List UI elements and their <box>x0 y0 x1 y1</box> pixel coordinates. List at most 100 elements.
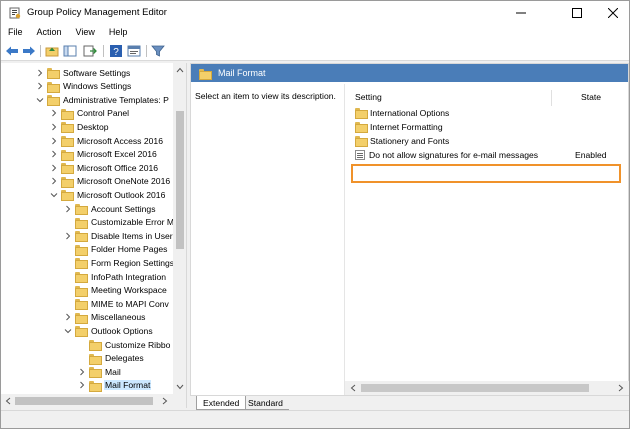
tree-item[interactable]: Desktop <box>49 120 110 134</box>
scroll-right-arrow[interactable] <box>615 382 627 394</box>
minimize-button[interactable] <box>501 1 541 25</box>
tree-item[interactable]: Disable Items in User <box>63 229 174 243</box>
chevron-right-icon[interactable] <box>35 68 44 77</box>
chevron-right-icon[interactable] <box>49 150 58 159</box>
maximize-icon <box>572 8 582 18</box>
chevron-down-icon[interactable] <box>49 190 58 199</box>
tree-item[interactable]: Software Settings <box>35 66 131 79</box>
tree-item[interactable]: Windows Settings <box>35 80 132 93</box>
tree-item[interactable]: Microsoft Excel 2016 <box>49 148 158 161</box>
list-item[interactable]: Internet Formatting <box>355 120 443 133</box>
scroll-down-arrow[interactable] <box>174 381 186 393</box>
column-header-state[interactable]: State <box>581 88 629 106</box>
tab-standard[interactable]: Standard <box>242 396 289 410</box>
folder-icon <box>75 231 88 243</box>
folder-icon <box>75 204 88 215</box>
tree-horizontal-scroll-thumb[interactable] <box>15 397 153 405</box>
content-header-title: Mail Format <box>218 68 266 78</box>
menu-help[interactable]: Help <box>102 25 135 41</box>
tree-item[interactable]: Control Panel <box>49 107 130 120</box>
minimize-icon <box>516 12 526 14</box>
list-horizontal-scrollbar[interactable] <box>345 381 629 395</box>
chevron-right-icon[interactable] <box>63 231 72 240</box>
folder-icon <box>75 299 88 311</box>
chevron-right-icon[interactable] <box>63 204 72 213</box>
scroll-left-arrow[interactable] <box>347 382 359 394</box>
chevron-right-icon[interactable] <box>49 122 58 131</box>
tree-item[interactable]: Mail Format <box>77 379 152 392</box>
menu-action[interactable]: Action <box>30 25 69 41</box>
folder-icon <box>75 272 88 283</box>
tree-item[interactable]: Account Settings <box>63 202 157 215</box>
column-divider[interactable] <box>551 90 552 106</box>
tree-vertical-scroll-thumb[interactable] <box>176 111 184 249</box>
back-icon[interactable] <box>5 44 19 58</box>
tree-item[interactable]: Customizable Error M <box>63 216 175 229</box>
chevron-down-icon[interactable] <box>35 95 44 104</box>
chevron-right-icon[interactable] <box>49 163 58 172</box>
chevron-right-icon[interactable] <box>49 109 58 118</box>
tree-item[interactable]: Outlook Options <box>63 324 154 338</box>
filter-icon[interactable] <box>151 44 165 58</box>
chevron-right-icon[interactable] <box>77 367 86 376</box>
tree-item-label: Folder Home Pages <box>91 244 168 255</box>
column-header-setting[interactable]: Setting <box>355 88 551 106</box>
folder-icon <box>75 312 88 324</box>
close-button[interactable] <box>593 1 630 25</box>
chevron-right-icon[interactable] <box>63 313 72 322</box>
tree-item[interactable]: Form Region Settings <box>63 256 175 270</box>
forward-icon[interactable] <box>22 44 36 58</box>
list-item[interactable]: International Options <box>355 106 449 119</box>
chevron-right-icon[interactable] <box>49 136 58 145</box>
tree-item-label: Disable Items in User <box>91 230 173 241</box>
maximize-button[interactable] <box>557 1 597 25</box>
folder-icon <box>75 258 88 270</box>
tree-item[interactable]: Microsoft OneNote 2016 <box>49 175 171 188</box>
tree-item[interactable]: Meeting Workspace <box>63 284 168 297</box>
chevron-right-icon[interactable] <box>77 381 86 390</box>
folder-icon <box>89 380 102 392</box>
tree-vertical-scrollbar[interactable] <box>173 63 186 394</box>
show-hide-tree-icon[interactable] <box>63 44 77 58</box>
chevron-right-icon[interactable] <box>35 82 44 91</box>
up-folder-icon[interactable] <box>45 44 59 58</box>
tree-item-label: Mail Format <box>104 380 152 391</box>
svg-text:?: ? <box>113 47 119 58</box>
folder-icon <box>75 217 88 229</box>
tab-extended[interactable]: Extended <box>196 396 247 410</box>
tree-item[interactable]: Mail <box>77 365 122 379</box>
tree-item[interactable]: Folder Home Pages <box>63 243 168 256</box>
setting-row-signatures[interactable]: Do not allow signatures for e-mail messa… <box>355 148 625 161</box>
toolbar-separator <box>40 45 41 57</box>
scroll-up-arrow[interactable] <box>174 64 186 76</box>
tree-item[interactable]: MIME to MAPI Conv <box>63 297 170 311</box>
chevron-right-icon[interactable] <box>49 177 58 186</box>
tree-item-label: Account Settings <box>91 203 156 214</box>
tree-item[interactable]: Delegates <box>77 352 145 365</box>
export-icon[interactable] <box>83 44 97 58</box>
menu-view[interactable]: View <box>69 25 102 41</box>
tree-item[interactable]: Administrative Templates: P <box>35 93 170 107</box>
list-item[interactable]: Stationery and Fonts <box>355 134 449 147</box>
menu-file[interactable]: File <box>1 25 30 41</box>
chevron-down-icon[interactable] <box>63 326 72 335</box>
scroll-left-arrow[interactable] <box>2 395 14 407</box>
properties-icon[interactable] <box>127 44 141 58</box>
navigation-tree: Software Settings Windows Settings Adminis… <box>1 63 187 408</box>
tree-item[interactable]: Microsoft Office 2016 <box>49 161 159 175</box>
tree-item[interactable]: Customize Ribbo <box>77 338 171 351</box>
list-horizontal-scroll-thumb[interactable] <box>361 384 589 392</box>
tree-item[interactable]: Microsoft Outlook 2016 <box>49 188 166 202</box>
window-title: Group Policy Management Editor <box>27 7 167 18</box>
tree-item[interactable]: Miscellaneous <box>63 311 146 324</box>
scroll-right-arrow[interactable] <box>159 395 171 407</box>
tree-item-label: Windows Settings <box>63 81 132 92</box>
tree-item[interactable]: Microsoft Access 2016 <box>49 134 164 147</box>
help-icon[interactable]: ? <box>109 44 123 58</box>
tree-item[interactable]: InfoPath Integration <box>63 270 167 283</box>
chevron-right-icon <box>162 397 168 405</box>
tree-horizontal-scrollbar[interactable] <box>1 394 173 408</box>
